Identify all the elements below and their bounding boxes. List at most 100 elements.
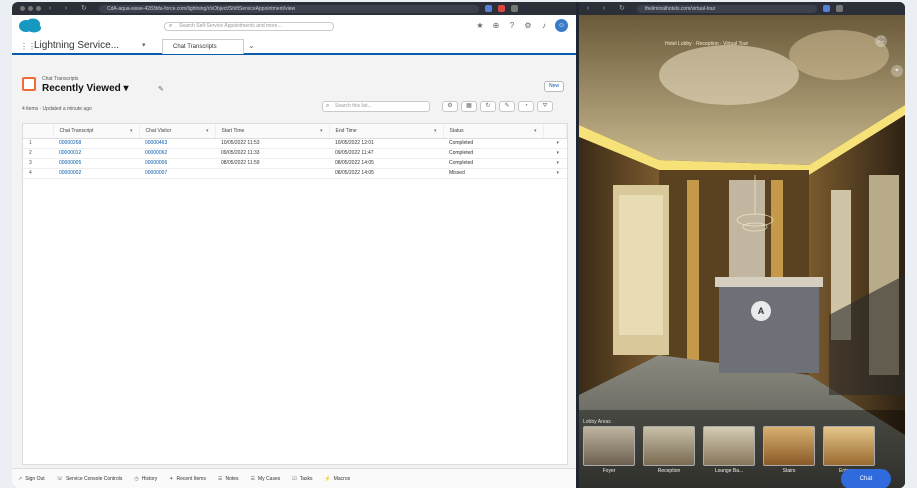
visitor-link[interactable]: 00000463	[139, 138, 215, 149]
row-number: 3	[23, 158, 53, 169]
scene-thumbnail[interactable]: Foyer	[583, 426, 635, 476]
favorites-icon[interactable]: ★	[475, 21, 485, 31]
maximize-window-icon[interactable]	[36, 6, 41, 11]
profile-icon[interactable]	[836, 5, 843, 12]
visitor-link[interactable]: 00000007	[139, 168, 215, 179]
utility-item-history[interactable]: ◷ History	[134, 476, 157, 482]
list-view-selector[interactable]: Recently Viewed ▾	[42, 83, 129, 94]
fullscreen-icon[interactable]: ⛶	[875, 35, 887, 47]
utility-item-console-controls[interactable]: ☏ Service Console Controls	[57, 476, 123, 482]
address-bar[interactable]: theliminalhotels.com/virtual-tour	[637, 4, 817, 13]
chevron-down-icon[interactable]: ▾	[434, 128, 437, 134]
thumbnail-strip-label: Lobby Areas	[583, 419, 611, 425]
back-icon[interactable]: ‹	[587, 5, 595, 12]
visitor-link[interactable]: 00000006	[139, 158, 215, 169]
new-button[interactable]: New	[544, 81, 564, 92]
hotspot-marker[interactable]: A	[751, 301, 771, 321]
transcript-link[interactable]: 00000005	[53, 158, 139, 169]
visitor-link[interactable]: 00000062	[139, 148, 215, 159]
minimize-window-icon[interactable]	[28, 6, 33, 11]
thumbnail-image	[703, 426, 755, 466]
browser-toolbar: ‹ › ↻ CdA-aqua-wave-4283bfa-force.com/li…	[12, 2, 576, 15]
table-row: 2 00000012 00000062 09/05/2022 11:33 09/…	[23, 148, 567, 159]
transcript-link[interactable]: 00000012	[53, 148, 139, 159]
salesforce-logo-icon[interactable]	[18, 18, 42, 33]
tab-chat-transcripts[interactable]: Chat Transcripts	[162, 39, 244, 54]
thumbnail-caption: Stairs	[782, 468, 796, 474]
view-name: Recently Viewed	[42, 83, 121, 94]
end-time: 08/05/2022 14:05	[329, 168, 443, 179]
display-as-icon[interactable]: ▦	[461, 101, 477, 112]
row-actions-icon[interactable]: ▾	[543, 158, 567, 169]
tour-title: Hotel Lobby · Reception · Virtual Tour	[665, 41, 749, 47]
chevron-down-icon[interactable]: ▾	[534, 128, 537, 134]
reload-icon[interactable]: ↻	[619, 5, 627, 12]
transcript-link[interactable]: 00000268	[53, 138, 139, 149]
chat-button[interactable]: Chat	[841, 469, 891, 488]
table-row: 1 00000268 00000463 10/05/2022 11:53 10/…	[23, 138, 567, 149]
column-header[interactable]: Status ▾	[443, 124, 544, 139]
row-number: 4	[23, 168, 53, 179]
column-header[interactable]: Chat Transcript ▾	[53, 124, 140, 139]
scene-thumbnail[interactable]: Stairs	[763, 426, 815, 476]
chart-icon[interactable]: ◔	[518, 101, 534, 112]
column-header[interactable]: Chat Visitor ▾	[139, 124, 216, 139]
settings-icon[interactable]: ⚙	[442, 101, 458, 112]
row-number: 1	[23, 138, 53, 149]
back-icon[interactable]: ‹	[49, 5, 57, 12]
chevron-down-icon[interactable]: ▾	[320, 128, 323, 134]
virtual-tour-browser-window: ‹ › ↻ theliminalhotels.com/virtual-tour	[579, 2, 905, 488]
app-name: Lightning Service...	[34, 40, 120, 51]
gear-icon[interactable]: ⚙	[523, 21, 533, 31]
list-search-input[interactable]: ⌕ Search this list...	[322, 101, 430, 112]
extension-icon[interactable]	[498, 5, 505, 12]
utility-bar: ↗ Sign Out ☏ Service Console Controls ◷ His…	[12, 468, 576, 488]
chevron-down-icon[interactable]: ▾	[142, 41, 146, 49]
list-icon: ⚡	[324, 475, 331, 482]
chevron-down-icon[interactable]: ⌄	[248, 41, 255, 50]
status: Completed	[443, 148, 543, 159]
forward-icon[interactable]: ›	[603, 5, 611, 12]
bell-icon[interactable]: ♪	[539, 21, 549, 31]
extension-icon[interactable]	[485, 5, 492, 12]
chevron-down-icon[interactable]: ▾	[206, 128, 209, 134]
global-search-input[interactable]: ⌕ Search Self-Service Appointments and m…	[164, 22, 334, 31]
utility-item-macros[interactable]: ⚡ Macros	[325, 476, 351, 482]
address-bar[interactable]: CdA-aqua-wave-4283bfa-force.com/lightnin…	[99, 4, 479, 13]
forward-icon[interactable]: ›	[65, 5, 73, 12]
list-meta: 4 items · Updated a minute ago	[22, 106, 92, 112]
reload-icon[interactable]: ↻	[81, 5, 89, 12]
utility-item-notes[interactable]: ☰ Notes	[218, 476, 239, 482]
column-header[interactable]: Start Time ▾	[215, 124, 330, 139]
extension-icon[interactable]	[823, 5, 830, 12]
row-actions-icon[interactable]: ▾	[543, 138, 567, 149]
list-view-controls: ⚙ ▦ ↻ ✎ ◔ ⛛	[442, 101, 553, 112]
transcript-link[interactable]: 00000002	[53, 168, 139, 179]
utility-item-recent-items[interactable]: ✦ Recent Items	[169, 476, 206, 482]
row-actions-icon[interactable]: ▾	[543, 168, 567, 179]
filter-icon[interactable]: ⛛	[537, 101, 553, 112]
utility-item-sign-out[interactable]: ↗ Sign Out	[18, 476, 45, 482]
note-icon: ☰	[217, 475, 223, 482]
add-icon[interactable]: ⊕	[491, 21, 501, 31]
edit-icon[interactable]: ✎	[499, 101, 515, 112]
row-actions-icon[interactable]: ▾	[543, 148, 567, 159]
map-icon[interactable]: ⌖	[891, 65, 903, 77]
rocket-icon: ↗	[18, 475, 23, 482]
refresh-icon[interactable]: ↻	[480, 101, 496, 112]
close-window-icon[interactable]	[20, 6, 25, 11]
scene-thumbnail[interactable]: Lounge Ba...	[703, 426, 755, 476]
column-header[interactable]: End Time ▾	[329, 124, 444, 139]
avatar[interactable]: ☺	[555, 19, 568, 32]
profile-icon[interactable]	[511, 5, 518, 12]
utility-item-tasks[interactable]: ☑ Tasks	[292, 476, 312, 482]
desktop: ‹ › ↻ CdA-aqua-wave-4283bfa-force.com/li…	[12, 2, 905, 488]
virtual-tour-viewer[interactable]: Hotel Lobby · Reception · Virtual Tour ⛶…	[579, 15, 905, 488]
browser-toolbar: ‹ › ↻ theliminalhotels.com/virtual-tour	[579, 2, 905, 15]
scene-thumbnail[interactable]: Reception	[643, 426, 695, 476]
pin-icon[interactable]: ✎	[158, 85, 164, 93]
utility-item-my-cases[interactable]: ☰ My Cases	[251, 476, 281, 482]
chevron-down-icon[interactable]: ▾	[130, 128, 133, 134]
help-icon[interactable]: ?	[507, 21, 517, 31]
list-search-placeholder: Search this list...	[335, 103, 372, 109]
